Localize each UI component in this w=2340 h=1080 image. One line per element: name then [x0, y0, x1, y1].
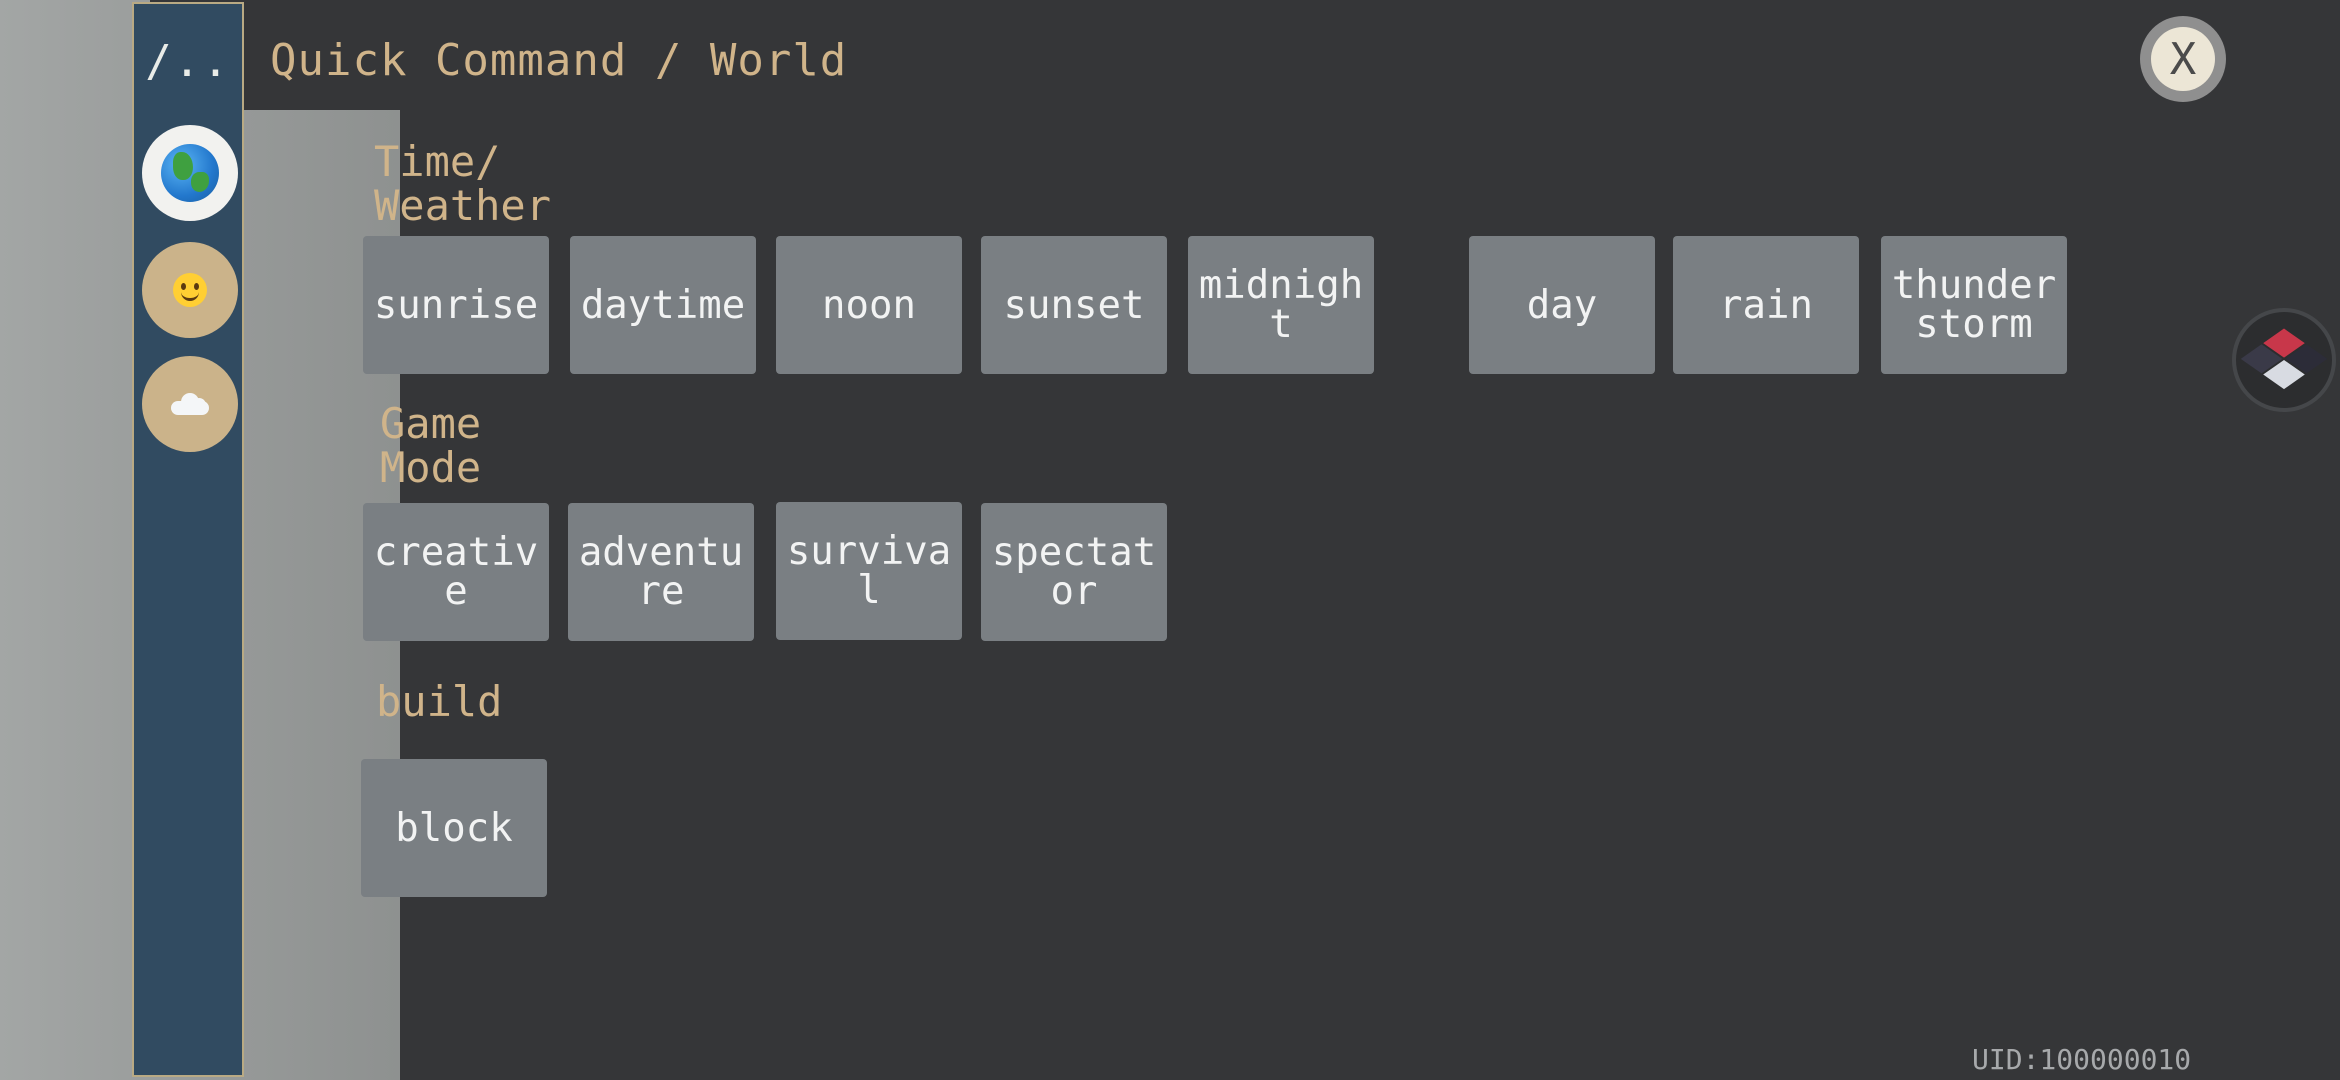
sidebar: /..: [132, 2, 244, 1077]
sidebar-item-weather[interactable]: [142, 356, 238, 452]
command-button-day[interactable]: day: [1469, 236, 1655, 374]
sidebar-item-world[interactable]: [142, 125, 238, 221]
command-button-daytime[interactable]: daytime: [570, 236, 756, 374]
command-button-thunderstorm[interactable]: thunderstorm: [1881, 236, 2067, 374]
section-label-build: build: [376, 677, 503, 726]
command-button-survival[interactable]: survival: [776, 502, 962, 640]
section-label-game-mode: Game Mode: [380, 399, 482, 492]
back-button[interactable]: /..: [134, 36, 242, 88]
uid-label: UID:100000010: [1972, 1043, 2192, 1076]
page-title: Quick Command / World: [270, 35, 848, 86]
cloud-icon: [171, 393, 209, 415]
command-button-adventure[interactable]: adventure: [568, 503, 754, 641]
command-button-block[interactable]: block: [361, 759, 547, 897]
section-label-time-weather: Time/ Weather: [374, 137, 552, 230]
cube-icon: [2239, 328, 2329, 392]
command-button-midnight[interactable]: midnight: [1188, 236, 1374, 374]
sidebar-item-player[interactable]: [142, 242, 238, 338]
close-icon: X: [2151, 27, 2215, 91]
command-button-sunrise[interactable]: sunrise: [363, 236, 549, 374]
command-button-sunset[interactable]: sunset: [981, 236, 1167, 374]
floating-assistant-button[interactable]: [2232, 308, 2336, 412]
command-button-creative[interactable]: creative: [363, 503, 549, 641]
command-button-rain[interactable]: rain: [1673, 236, 1859, 374]
smiley-icon: [173, 273, 207, 307]
command-button-spectator[interactable]: spectator: [981, 503, 1167, 641]
globe-icon: [161, 144, 219, 202]
close-button[interactable]: X: [2140, 16, 2226, 102]
command-button-noon[interactable]: noon: [776, 236, 962, 374]
